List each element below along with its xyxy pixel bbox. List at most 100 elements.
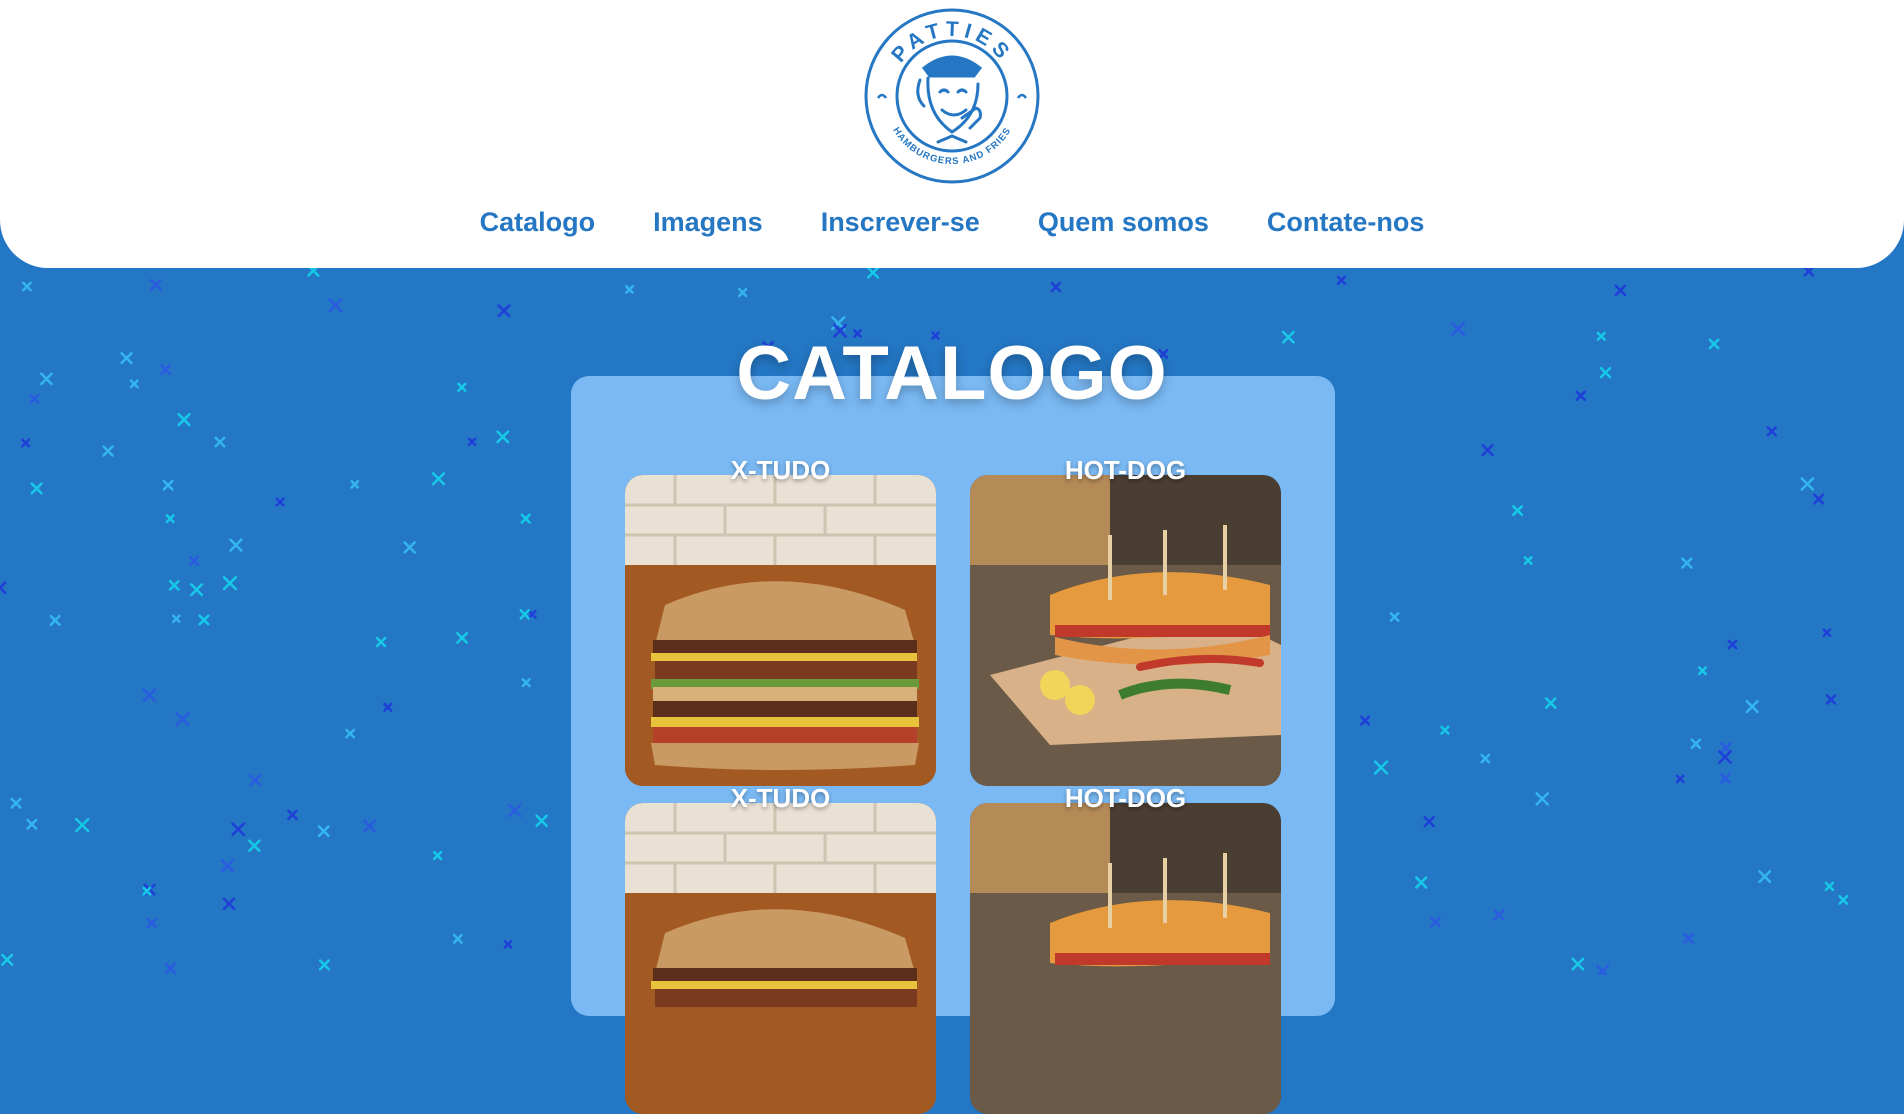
- sparkle-icon: [403, 541, 416, 554]
- sparkle-icon: [30, 482, 43, 495]
- sparkle-icon: [287, 809, 298, 821]
- sparkle-icon: [1614, 284, 1627, 297]
- sparkle-icon: [26, 818, 38, 830]
- sparkle-icon: [431, 472, 446, 486]
- nav-link-quem-somos[interactable]: Quem somos: [1038, 200, 1209, 248]
- logo-emblem: PATTIES HAMBURGERS AND FRIES: [864, 8, 1040, 184]
- sparkle-icon: [535, 814, 548, 828]
- sparkle-icon: [165, 514, 175, 524]
- sparkle-icon: [20, 438, 31, 448]
- sparkle-icon: [1813, 493, 1825, 505]
- sparkle-icon: [1745, 699, 1759, 714]
- sparkle-icon: [1336, 275, 1347, 285]
- hotdog-photo: [970, 803, 1281, 1114]
- sparkle-icon: [1727, 639, 1738, 650]
- sparkle-icon: [1440, 725, 1450, 735]
- nav-link-inscrever-se[interactable]: Inscrever-se: [821, 200, 980, 248]
- sparkle-icon: [317, 825, 330, 838]
- sparkle-icon: [452, 933, 463, 944]
- sparkle-icon: [175, 711, 190, 727]
- sparkle-icon: [222, 897, 236, 911]
- sparkle-icon: [1824, 881, 1835, 892]
- sparkle-icon: [10, 797, 22, 809]
- sparkle-icon: [1415, 876, 1428, 889]
- sparkle-icon: [275, 497, 285, 507]
- sparkle-icon: [1480, 753, 1491, 764]
- sparkle-icon: [363, 819, 377, 833]
- site-header: PATTIES HAMBURGERS AND FRIES Catalogo Im…: [0, 0, 1904, 268]
- sparkle-icon: [249, 774, 262, 787]
- sparkle-icon: [1595, 964, 1610, 975]
- sparkle-icon: [1803, 266, 1814, 277]
- sparkle-icon: [231, 822, 246, 837]
- sparkle-icon: [1681, 557, 1693, 569]
- sparkle-icon: [1571, 957, 1585, 971]
- nav-link-contate-nos[interactable]: Contate-nos: [1267, 200, 1425, 248]
- sparkle-icon: [1720, 772, 1732, 784]
- sparkle-icon: [1360, 715, 1371, 726]
- sparkle-icon: [467, 437, 477, 447]
- sparkle-icon: [164, 962, 176, 974]
- nav-link-catalogo[interactable]: Catalogo: [480, 200, 596, 248]
- sparkle-icon: [520, 513, 531, 524]
- nav-link-imagens[interactable]: Imagens: [653, 200, 763, 248]
- sparkle-icon: [188, 555, 200, 567]
- main-nav: Catalogo Imagens Inscrever-se Quem somos…: [0, 200, 1904, 248]
- sparkle-icon: [1697, 666, 1707, 676]
- sparkle-icon: [1718, 750, 1732, 764]
- sparkle-icon: [142, 688, 157, 702]
- sparkle-icon: [0, 953, 14, 966]
- card-title: HOT-DOG: [1064, 455, 1187, 485]
- sparkle-icon: [432, 850, 443, 861]
- sparkle-icon: [345, 728, 356, 739]
- sparkle-icon: [162, 479, 174, 491]
- sparkle-icon: [1523, 556, 1533, 566]
- sparkle-icon: [527, 609, 537, 619]
- sparkle-icon: [102, 445, 114, 457]
- sparkle-icon: [507, 803, 522, 818]
- card-title: X-TUDO: [730, 455, 831, 485]
- sparkle-icon: [168, 580, 180, 591]
- sparkle-icon: [456, 631, 469, 644]
- sparkle-icon: [214, 436, 226, 448]
- sparkle-icon: [229, 538, 243, 552]
- sparkle-icon: [1838, 894, 1849, 905]
- sparkle-icon: [22, 281, 32, 292]
- sparkle-icon: [149, 278, 162, 291]
- sparkle-icon: [198, 614, 210, 626]
- sparkle-icon: [738, 287, 748, 298]
- sparkle-icon: [519, 609, 530, 620]
- sparkle-icon: [0, 581, 7, 595]
- sparkle-icon: [1800, 477, 1815, 491]
- sparkle-icon: [1423, 815, 1435, 828]
- hotdog-photo: [970, 475, 1281, 786]
- sparkle-icon: [328, 298, 343, 313]
- patties-logo[interactable]: PATTIES HAMBURGERS AND FRIES: [862, 6, 1042, 186]
- sparkle-icon: [866, 266, 880, 279]
- sparkle-icon: [1544, 697, 1557, 709]
- sparkle-icon: [1535, 792, 1549, 806]
- sparkle-icon: [74, 817, 90, 833]
- sparkle-icon: [1050, 281, 1062, 293]
- sparkle-icon: [1822, 628, 1832, 638]
- sparkle-icon: [171, 614, 181, 624]
- sparkle-icon: [1766, 426, 1777, 437]
- sandwich-photo: [625, 475, 936, 786]
- sparkle-icon: [1825, 694, 1837, 705]
- sandwich-photo: [625, 803, 936, 1114]
- sparkle-icon: [496, 430, 510, 444]
- catalog-title: CATALOGO: [736, 331, 1168, 416]
- sparkle-icon: [49, 614, 61, 626]
- sparkle-icon: [1675, 774, 1685, 784]
- sparkle-icon: [497, 304, 511, 318]
- sparkle-icon: [190, 583, 204, 597]
- sparkle-icon: [383, 702, 393, 712]
- sparkle-icon: [248, 839, 261, 852]
- sparkle-icon: [1493, 909, 1505, 921]
- sparkle-icon: [1758, 870, 1772, 884]
- sparkle-icon: [220, 859, 235, 873]
- sparkle-icon: [1690, 738, 1702, 750]
- card-title: X-TUDO: [730, 783, 831, 813]
- sparkle-icon: [1720, 742, 1732, 754]
- sparkle-icon: [1512, 505, 1523, 516]
